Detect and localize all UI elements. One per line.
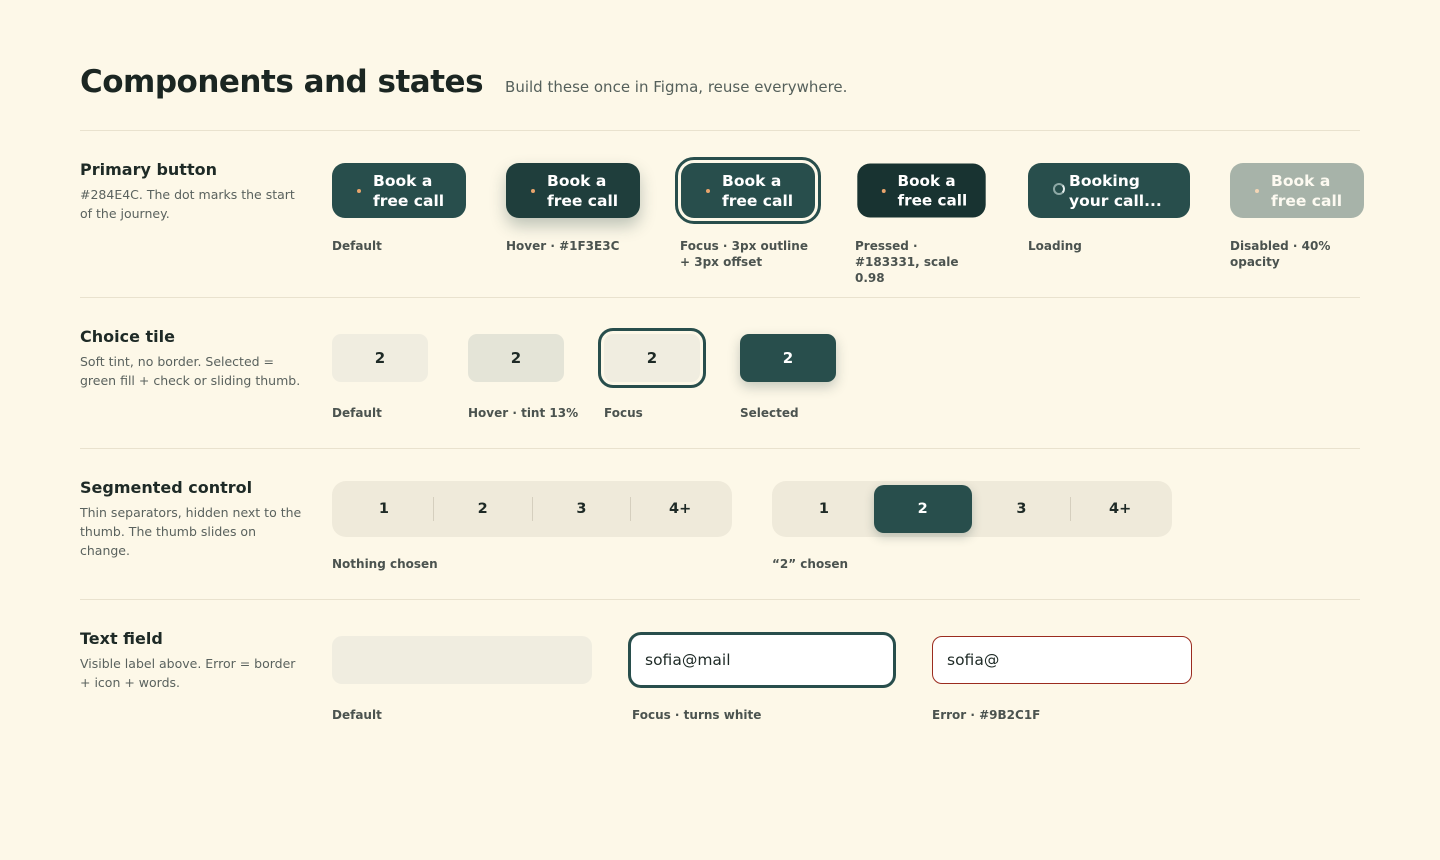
primary-button-hover[interactable]: Book a free call bbox=[506, 163, 640, 218]
button-label: Book a free call bbox=[373, 171, 445, 210]
journey-dot-icon bbox=[531, 189, 535, 193]
text-field-section-info: Text field Visible label above. Error = … bbox=[80, 629, 305, 692]
state-caption: Default bbox=[332, 406, 382, 420]
segment-option[interactable]: 3 bbox=[533, 485, 631, 533]
primary-button-default[interactable]: Book a free call bbox=[332, 163, 466, 218]
state-caption: Pressed · #183331, scale 0.98 bbox=[855, 239, 959, 285]
state-caption: Default bbox=[332, 708, 382, 722]
state-caption: “2” chosen bbox=[772, 557, 849, 571]
text-field-focus[interactable] bbox=[628, 632, 896, 688]
state-caption: Hover · #1F3E3C bbox=[506, 239, 620, 253]
choice-tile-hover[interactable]: 2 bbox=[468, 334, 564, 382]
text-field-error[interactable] bbox=[932, 636, 1192, 684]
button-label: Book a free call bbox=[547, 171, 619, 210]
primary-button-section-info: Primary button #284E4C. The dot marks th… bbox=[80, 160, 305, 223]
state-caption: Selected bbox=[740, 406, 799, 420]
state-caption: Default bbox=[332, 239, 382, 253]
journey-dot-icon bbox=[357, 189, 361, 193]
segmented-control-section-info: Segmented control Thin separators, hidde… bbox=[80, 478, 305, 560]
section-title: Choice tile bbox=[80, 327, 175, 346]
segmented-control-nothing-chosen: 1 2 3 4+ bbox=[332, 481, 732, 537]
segment-option[interactable]: 4+ bbox=[1071, 485, 1169, 533]
journey-dot-icon bbox=[1255, 189, 1259, 193]
state-caption: Error · #9B2C1F bbox=[932, 708, 1041, 722]
primary-button-disabled: Book a free call bbox=[1230, 163, 1364, 218]
page-subtitle: Build these once in Figma, reuse everywh… bbox=[505, 78, 848, 96]
segment-option[interactable]: 4+ bbox=[631, 485, 729, 533]
state-caption: Focus · 3px outline + 3px offset bbox=[680, 239, 808, 269]
section-description: #284E4C. The dot marks the start of the … bbox=[80, 187, 295, 221]
divider bbox=[80, 130, 1360, 131]
state-caption: Loading bbox=[1028, 239, 1082, 253]
section-title: Primary button bbox=[80, 160, 217, 179]
journey-dot-icon bbox=[881, 189, 886, 193]
choice-tile-default[interactable]: 2 bbox=[332, 334, 428, 382]
segment-option[interactable]: 3 bbox=[973, 485, 1071, 533]
section-title: Segmented control bbox=[80, 478, 253, 497]
text-field-default[interactable] bbox=[332, 636, 592, 684]
page-title: Components and states bbox=[80, 64, 484, 100]
section-description: Soft tint, no border. Selected = green f… bbox=[80, 354, 301, 388]
button-label: Book a free call bbox=[722, 171, 794, 210]
section-description: Thin separators, hidden next to the thum… bbox=[80, 505, 302, 558]
section-description: Visible label above. Error = border + ic… bbox=[80, 656, 296, 690]
button-label: Book a free call bbox=[1271, 171, 1343, 210]
page-header: Components and states Build these once i… bbox=[80, 64, 1360, 100]
primary-button-focus[interactable]: Book a free call bbox=[675, 157, 821, 224]
section-title: Text field bbox=[80, 629, 163, 648]
divider bbox=[80, 599, 1360, 600]
state-caption: Disabled · 40% opacity bbox=[1230, 239, 1331, 269]
choice-tile-selected[interactable]: 2 bbox=[740, 334, 836, 382]
segment-option[interactable]: 1 bbox=[775, 485, 873, 533]
state-caption: Hover · tint 13% bbox=[468, 406, 579, 420]
segmented-control-two-chosen: 1 2 3 4+ bbox=[772, 481, 1172, 537]
state-caption: Nothing chosen bbox=[332, 557, 438, 571]
choice-tile-focus[interactable]: 2 bbox=[598, 328, 706, 388]
choice-tile-section-info: Choice tile Soft tint, no border. Select… bbox=[80, 327, 305, 390]
primary-button-pressed[interactable]: Book a free call bbox=[857, 163, 986, 218]
segment-option[interactable]: 1 bbox=[335, 485, 433, 533]
state-caption: Focus bbox=[604, 406, 643, 420]
spinner-icon bbox=[1053, 183, 1065, 195]
journey-dot-icon bbox=[706, 189, 710, 193]
segment-thumb-selected[interactable]: 2 bbox=[873, 485, 972, 533]
divider bbox=[80, 297, 1360, 298]
divider bbox=[80, 448, 1360, 449]
button-label: Book a free call bbox=[897, 171, 968, 210]
state-caption: Focus · turns white bbox=[632, 708, 762, 722]
button-label: Booking your call... bbox=[1069, 171, 1162, 210]
segment-option[interactable]: 2 bbox=[434, 485, 532, 533]
primary-button-loading[interactable]: Booking your call... bbox=[1028, 163, 1190, 218]
